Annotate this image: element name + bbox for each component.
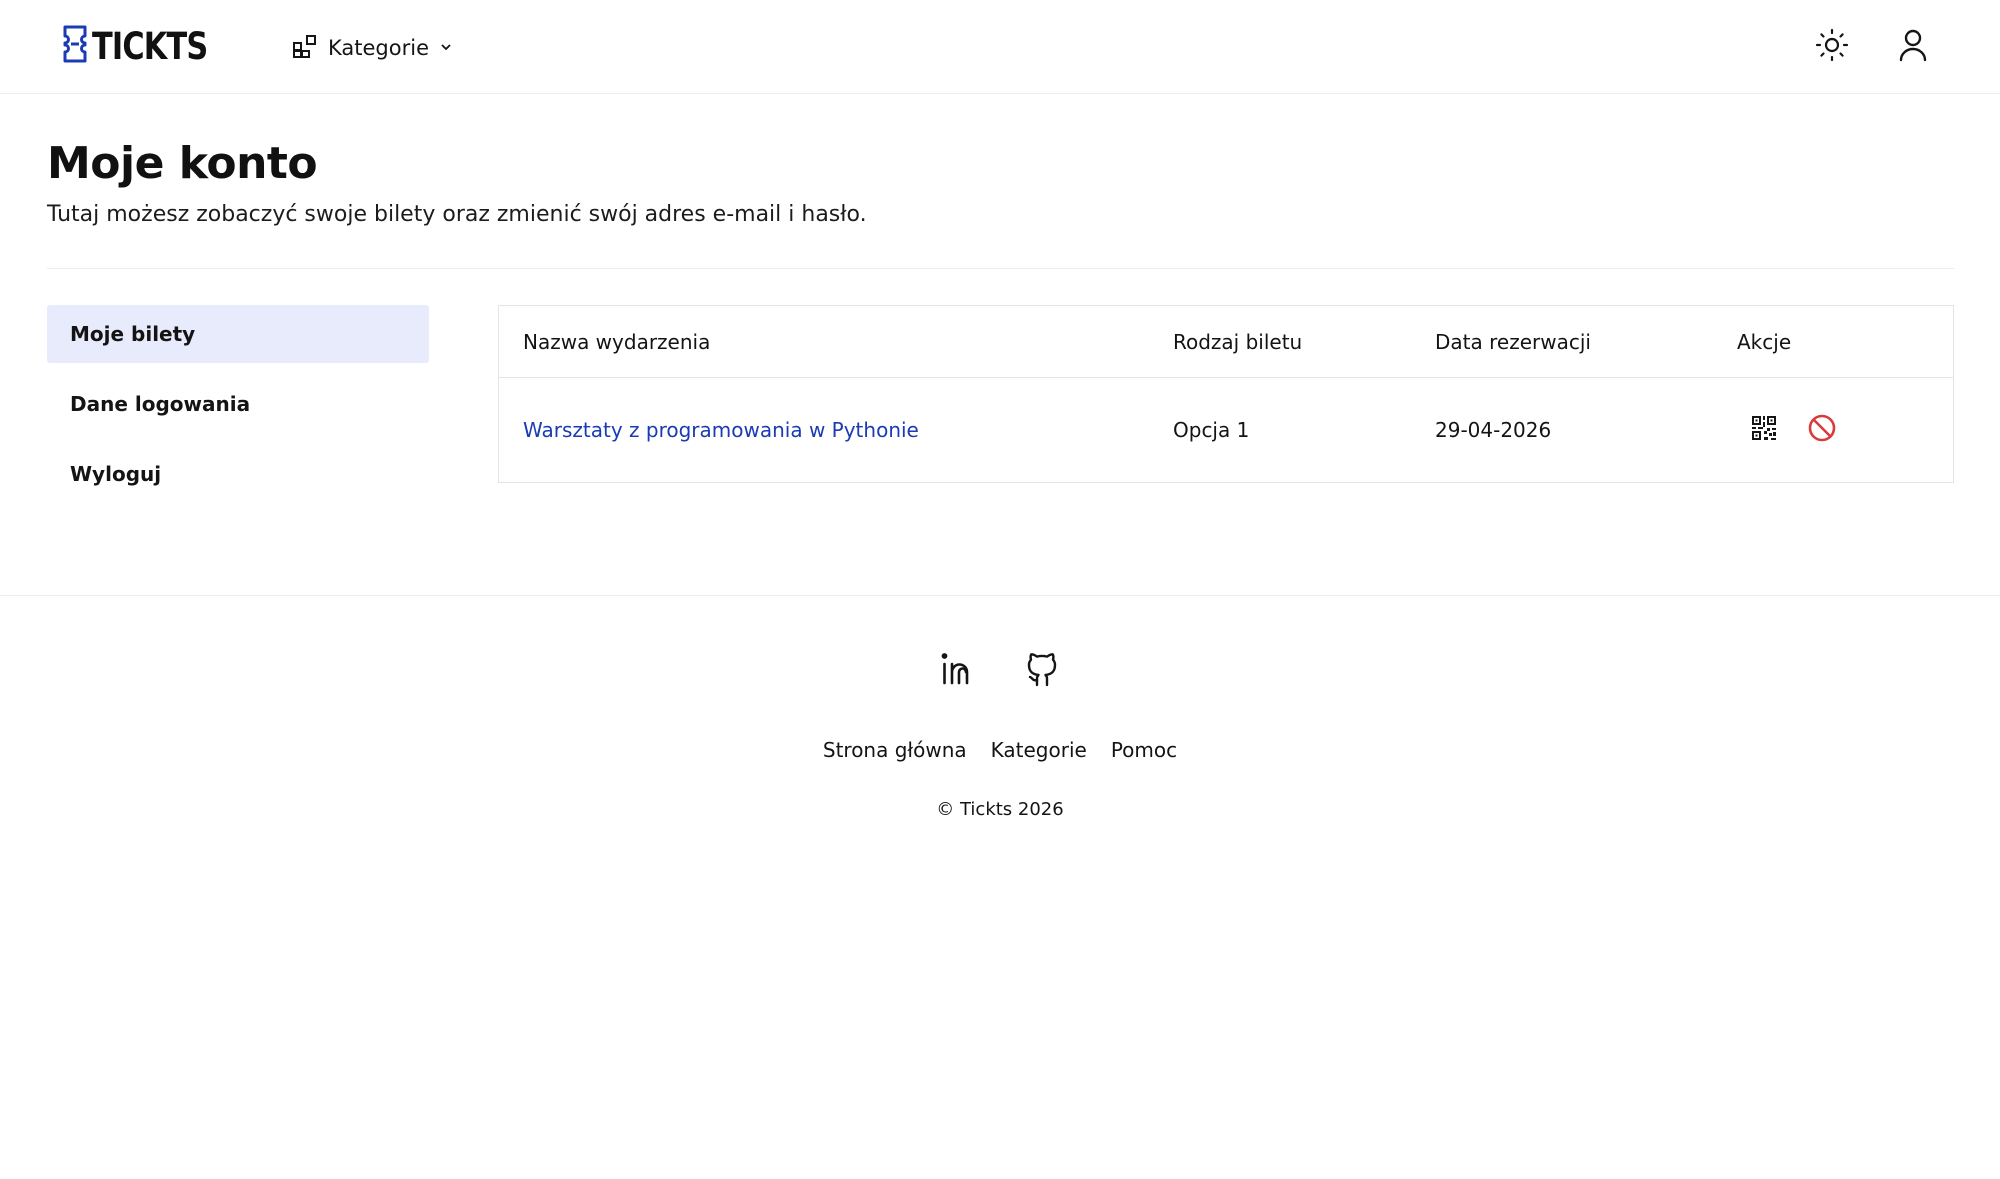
social-links — [0, 652, 2000, 690]
table-row: Warsztaty z programowania w Pythonie Opc… — [499, 378, 1953, 482]
cancel-reservation-button[interactable] — [1807, 413, 1837, 448]
qr-code-icon — [1750, 414, 1778, 447]
page-title: Moje konto — [47, 138, 318, 189]
theme-toggle-button[interactable] — [1813, 28, 1851, 66]
column-header-ticket-type: Rodzaj biletu — [1173, 329, 1303, 354]
sidebar-item-my-tickets[interactable]: Moje bilety — [47, 305, 429, 363]
logo-text: TICKTS — [92, 24, 208, 68]
categories-menu-button[interactable]: Kategorie — [292, 30, 453, 66]
event-cell: Warsztaty z programowania w Pythonie — [523, 378, 919, 482]
sidebar-item-label: Wyloguj — [70, 462, 162, 486]
footer-link-categories[interactable]: Kategorie — [991, 738, 1087, 762]
date-cell: 29-04-2026 — [1435, 418, 1552, 442]
account-sidebar: Moje bilety Dane logowania Wyloguj — [47, 305, 429, 515]
account-button[interactable] — [1894, 28, 1932, 66]
sidebar-item-label: Dane logowania — [70, 392, 251, 416]
actions-cell — [1749, 378, 1837, 482]
sun-icon — [1815, 28, 1849, 66]
ban-icon — [1807, 413, 1837, 448]
chevron-down-icon — [439, 39, 453, 58]
footer-links: Strona główna Kategorie Pomoc — [0, 738, 2000, 762]
footer-link-home[interactable]: Strona główna — [823, 738, 967, 762]
logo[interactable]: TICKTS — [62, 24, 233, 68]
copyright: © Tickts 2026 — [936, 799, 1064, 820]
footer: Strona główna Kategorie Pomoc © Tickts 2… — [0, 595, 2000, 1179]
top-header: TICKTS Kategorie — [0, 0, 2000, 94]
sidebar-item-login-data[interactable]: Dane logowania — [47, 375, 429, 433]
table-header: Nazwa wydarzenia Rodzaj biletu Data reze… — [499, 306, 1953, 378]
column-header-date: Data rezerwacji — [1435, 329, 1591, 354]
github-icon — [1025, 651, 1059, 691]
divider — [47, 268, 1954, 269]
ticket-icon — [62, 25, 88, 67]
page-subtitle: Tutaj możesz zobaczyć swoje bilety oraz … — [47, 202, 867, 227]
grid-icon — [292, 33, 318, 63]
sidebar-item-label: Moje bilety — [70, 322, 196, 346]
footer-link-help[interactable]: Pomoc — [1111, 738, 1177, 762]
column-header-event: Nazwa wydarzenia — [523, 329, 711, 354]
ticket-type-cell: Opcja 1 — [1173, 418, 1250, 442]
github-link[interactable] — [1023, 652, 1061, 690]
tickets-table: Nazwa wydarzenia Rodzaj biletu Data reze… — [498, 305, 1954, 483]
linkedin-icon — [940, 652, 976, 690]
sidebar-item-logout[interactable]: Wyloguj — [47, 445, 429, 503]
column-header-actions: Akcje — [1737, 329, 1792, 354]
event-link[interactable]: Warsztaty z programowania w Pythonie — [523, 418, 919, 442]
linkedin-link[interactable] — [939, 652, 977, 690]
categories-label: Kategorie — [328, 36, 429, 60]
show-qr-button[interactable] — [1749, 415, 1779, 445]
user-icon — [1897, 28, 1929, 66]
